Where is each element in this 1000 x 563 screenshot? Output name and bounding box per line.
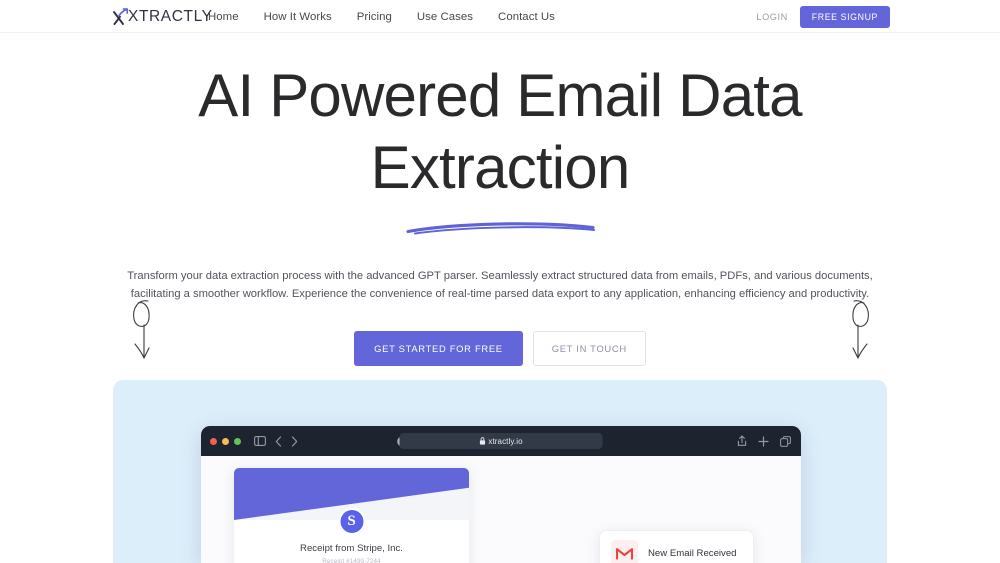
stripe-s-logo-icon: S — [338, 508, 365, 535]
window-traffic-lights — [210, 437, 241, 445]
x-arrow-logo-icon — [112, 7, 129, 26]
gmail-icon — [611, 539, 638, 563]
hand-drawn-arrow-down-icon-right — [838, 295, 878, 368]
nav-item-home[interactable]: Home — [208, 11, 239, 23]
site-header: XTRACTLY Home How It Works Pricing Use C… — [0, 0, 1000, 33]
new-email-notification-card[interactable]: New Email Received — [599, 530, 754, 563]
receipt-title: Receipt from Stripe, Inc. — [300, 543, 403, 554]
stripe-receipt-card: S Receipt from Stripe, Inc. Receipt #149… — [234, 468, 469, 563]
notification-label: New Email Received — [648, 547, 737, 559]
copy-tabs-icon[interactable] — [780, 435, 791, 447]
get-started-button[interactable]: GET STARTED FOR FREE — [354, 331, 523, 366]
nav-item-use-cases[interactable]: Use Cases — [417, 11, 473, 23]
login-link[interactable]: LOGIN — [756, 12, 787, 22]
browser-content: S Receipt from Stripe, Inc. Receipt #149… — [201, 456, 801, 563]
nav-item-contact-us[interactable]: Contact Us — [498, 11, 555, 23]
browser-actions — [737, 435, 791, 447]
lock-icon — [479, 432, 485, 450]
close-window-button[interactable] — [210, 437, 217, 445]
minimize-window-button[interactable] — [222, 437, 229, 445]
page-title: AI Powered Email Data Extraction — [198, 62, 802, 201]
browser-toolbar: xtractly.io — [201, 426, 801, 456]
swoosh-underline-icon — [403, 217, 598, 242]
header-actions: LOGIN FREE SIGNUP — [756, 0, 890, 33]
nav-item-how-it-works[interactable]: How It Works — [264, 11, 332, 23]
title-underline — [0, 217, 1000, 242]
brand-name: XTRACTLY — [128, 7, 213, 25]
get-in-touch-button[interactable]: GET IN TOUCH — [532, 331, 646, 366]
main-nav: Home How It Works Pricing Use Cases Cont… — [208, 0, 555, 33]
receipt-number: Receipt #1499-7244 — [322, 558, 381, 563]
share-upload-icon[interactable] — [737, 435, 747, 447]
hero-description: Transform your data extraction process w… — [127, 270, 873, 300]
hero-section: AI Powered Email Data Extraction Transfo… — [0, 33, 1000, 366]
plus-icon[interactable] — [758, 435, 769, 447]
browser-mockup: xtractly.io S Receipt from Stripe, Inc. … — [201, 426, 801, 563]
brand-logo[interactable]: XTRACTLY — [112, 6, 213, 27]
chevron-right-icon[interactable] — [291, 435, 298, 447]
sidebar-toggle-icon[interactable] — [254, 436, 266, 446]
browser-nav-controls — [254, 435, 298, 447]
maximize-window-button[interactable] — [234, 437, 241, 445]
address-bar[interactable]: xtractly.io — [399, 432, 603, 450]
hand-drawn-arrow-down-icon-left — [124, 295, 164, 368]
free-signup-button[interactable]: FREE SIGNUP — [799, 5, 890, 28]
chevron-left-icon[interactable] — [275, 435, 282, 447]
url-text: xtractly.io — [488, 436, 523, 446]
nav-item-pricing[interactable]: Pricing — [357, 11, 392, 23]
product-showcase-panel: xtractly.io S Receipt from Stripe, Inc. … — [113, 380, 887, 563]
